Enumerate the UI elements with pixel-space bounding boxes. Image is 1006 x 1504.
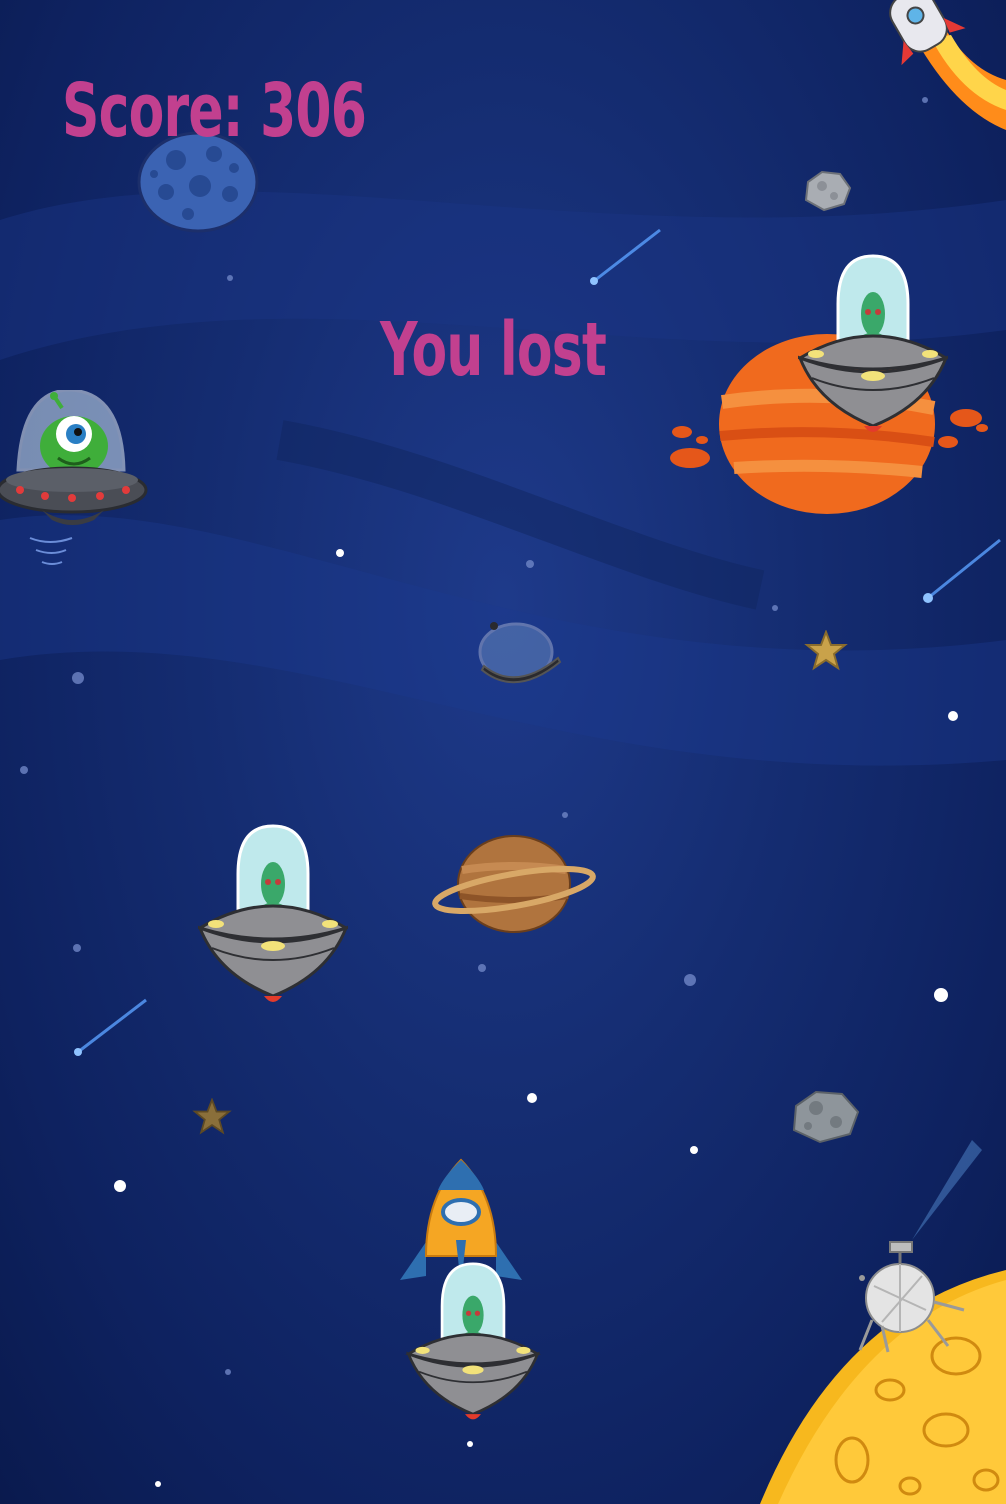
grey-asteroid xyxy=(792,1090,860,1144)
enemy-ufo-right xyxy=(798,254,948,432)
game-over-text: You lost xyxy=(380,307,607,393)
game-screen[interactable]: Score: 306 You lost xyxy=(0,0,1006,1504)
star-2 xyxy=(192,1098,232,1135)
astronaut-helmet xyxy=(478,622,562,684)
enemy-ufo-bottom xyxy=(405,1262,541,1420)
green-alien-ufo xyxy=(0,390,148,565)
enemy-ufo-left xyxy=(198,824,348,1002)
ringed-planet xyxy=(432,835,596,933)
score-text: Score: 306 xyxy=(62,68,367,154)
top-rocket xyxy=(889,0,1006,130)
small-asteroid xyxy=(804,170,852,212)
star-1 xyxy=(804,630,848,671)
lunar-lander xyxy=(858,1140,982,1353)
